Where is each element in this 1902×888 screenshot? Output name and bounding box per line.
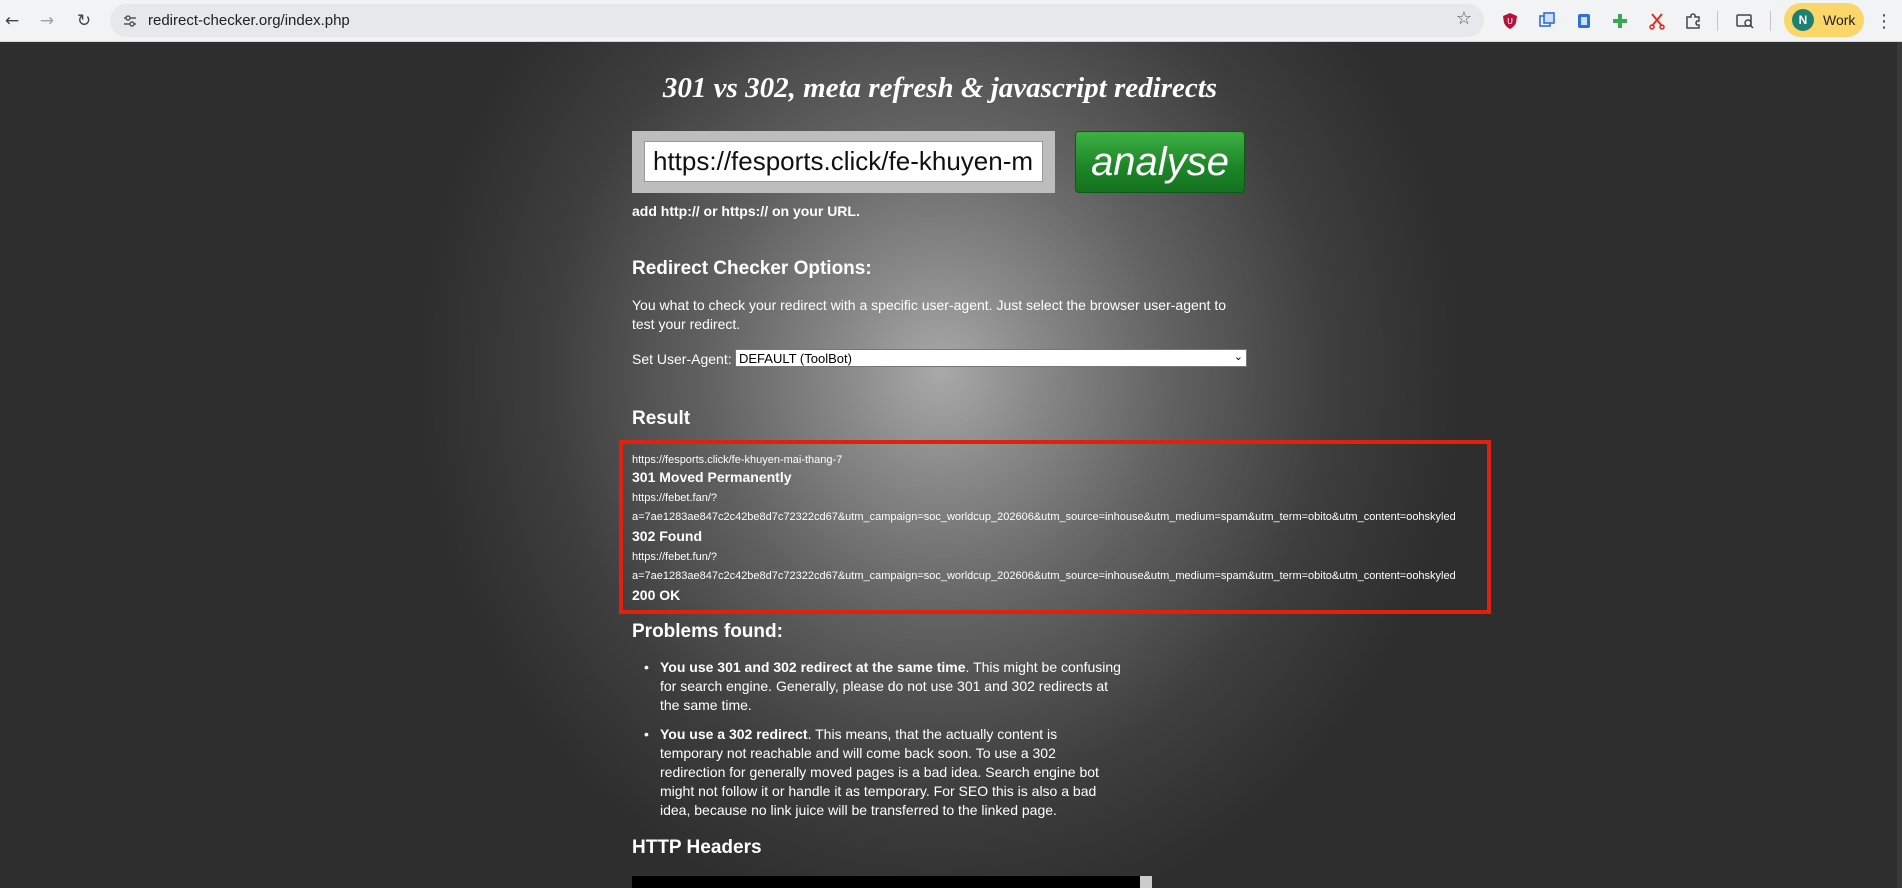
http-headers-panel[interactable] (632, 876, 1152, 888)
user-agent-selected: DEFAULT (ToolBot) (739, 350, 852, 366)
result-status-301: 301 Moved Permanently (632, 469, 792, 485)
page-title: 301 vs 302, meta refresh & javascript re… (662, 72, 1218, 104)
scissors-extension-icon[interactable] (1645, 9, 1669, 33)
chevron-down-icon: ⌄ (1233, 350, 1243, 363)
url-hint: add http:// or https:// on your URL. (632, 203, 860, 219)
url-input-frame (632, 131, 1055, 193)
add-extension-icon[interactable] (1608, 9, 1632, 33)
analyse-button[interactable]: analyse (1075, 131, 1245, 193)
result-heading: Result (632, 408, 691, 429)
result-url-3-line2: a=7ae1283ae847c2c42be8d7c72322cd67&utm_c… (632, 570, 1456, 582)
tab-copy-extension-icon[interactable] (1535, 9, 1559, 33)
bullet-icon: • (644, 726, 649, 742)
user-agent-select[interactable]: DEFAULT (ToolBot) ⌄ (735, 349, 1247, 367)
result-url-3-line1: https://febet.fun/? (632, 551, 718, 563)
scrollbar[interactable] (1140, 876, 1152, 888)
page-scrollbar[interactable] (1897, 42, 1902, 888)
toolbar-divider (1770, 11, 1771, 31)
profile-label: Work (1823, 12, 1856, 28)
problem-item: • You use 301 and 302 redirect at the sa… (644, 659, 1121, 713)
site-info-icon[interactable] (118, 9, 142, 33)
bullet-icon: • (644, 659, 649, 675)
options-heading: Redirect Checker Options: (632, 258, 872, 279)
problems-heading: Problems found: (632, 621, 783, 642)
result-url-1: https://fesports.click/fe-khuyen-mai-tha… (632, 454, 843, 466)
bookmark-star-icon[interactable]: ☆ (1456, 8, 1472, 29)
user-agent-label: Set User-Agent: (632, 351, 732, 367)
forward-arrow-icon[interactable]: → (35, 9, 59, 33)
page-content: 301 vs 302, meta refresh & javascript re… (0, 42, 1902, 888)
profile-chip[interactable]: N Work (1784, 3, 1864, 37)
url-input[interactable] (644, 141, 1043, 182)
toolbar-divider (1717, 11, 1718, 31)
options-description: You what to check your redirect with a s… (632, 297, 1227, 332)
clipboard-extension-icon[interactable] (1572, 9, 1596, 33)
problem-item: • You use a 302 redirect. This means, th… (644, 726, 1099, 818)
svg-text:U: U (1507, 17, 1513, 26)
back-arrow-icon[interactable]: ← (0, 9, 24, 33)
result-url-2-line2: a=7ae1283ae847c2c42be8d7c72322cd67&utm_c… (632, 511, 1456, 523)
browser-toolbar: ← → ↻ redirect-checker.org/index.php ☆ U (0, 0, 1902, 42)
kebab-menu-icon[interactable]: ⋮ (1874, 9, 1894, 33)
address-bar[interactable]: redirect-checker.org/index.php ☆ (110, 4, 1484, 37)
result-url-2-line1: https://febet.fan/? (632, 492, 718, 504)
avatar: N (1792, 9, 1814, 31)
tab-search-icon[interactable] (1733, 9, 1757, 33)
result-highlight-box (619, 440, 1491, 614)
result-status-200: 200 OK (632, 587, 681, 603)
http-headers-heading: HTTP Headers (632, 837, 762, 858)
ublock-extension-icon[interactable]: U (1498, 9, 1522, 33)
result-status-302: 302 Found (632, 528, 703, 544)
puzzle-extensions-icon[interactable] (1681, 9, 1705, 33)
address-url: redirect-checker.org/index.php (148, 12, 350, 29)
reload-icon[interactable]: ↻ (72, 9, 96, 33)
